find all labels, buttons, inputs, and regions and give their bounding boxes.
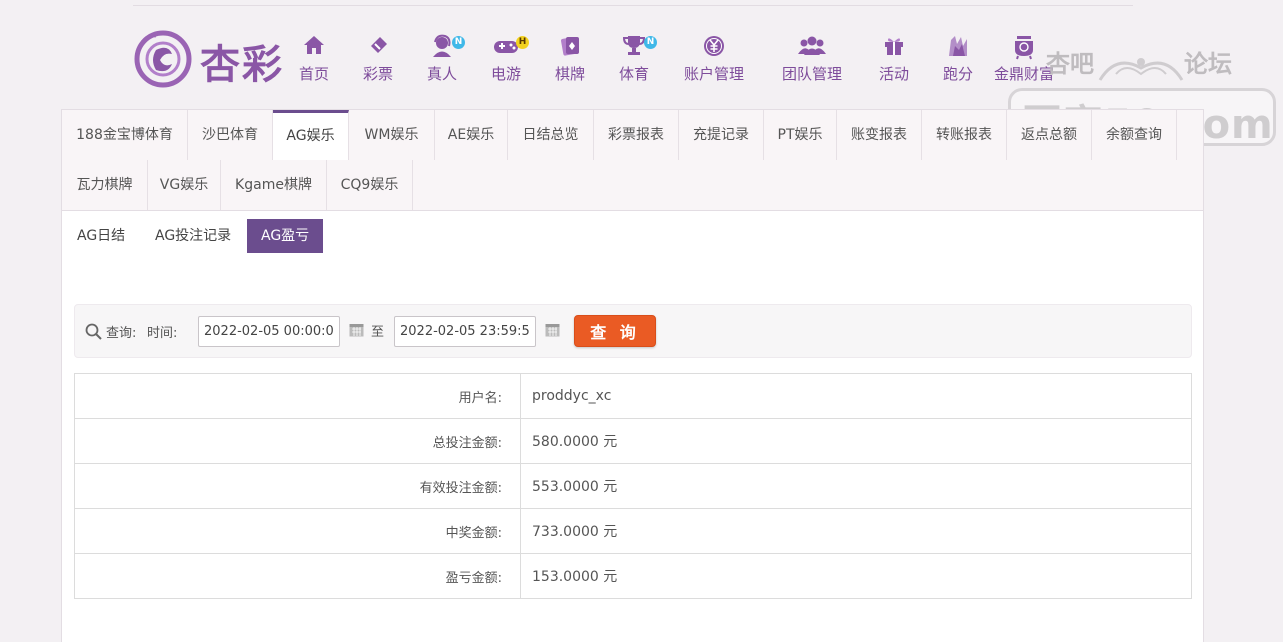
lottery-ticket-icon — [360, 34, 396, 62]
nav-account[interactable]: 账户管理 — [680, 32, 748, 88]
nav-label: 电游 — [490, 65, 521, 83]
tab-ag[interactable]: AG娱乐 — [273, 110, 349, 160]
report-tabs: 188金宝博体育 沙巴体育 AG娱乐 WM娱乐 AE娱乐 日结总览 彩票报表 充… — [62, 110, 1203, 211]
subtab-ag-daily[interactable]: AG日结 — [63, 219, 139, 253]
logo-mark-icon — [134, 30, 192, 88]
tab-wm[interactable]: WM娱乐 — [349, 110, 435, 160]
watermark-left-text: 杏吧 — [1046, 49, 1094, 78]
team-icon — [778, 34, 846, 62]
table-row: 中奖金额: 733.0000 元 — [74, 508, 1192, 554]
subtab-ag-bet-records[interactable]: AG投注记录 — [141, 219, 245, 253]
tab-balance-query[interactable]: 余额查询 — [1092, 110, 1177, 160]
tab-wali-cards[interactable]: 瓦力棋牌 — [62, 160, 148, 210]
tab-shaba-sports[interactable]: 沙巴体育 — [188, 110, 273, 160]
row-key: 用户名: — [74, 373, 521, 419]
table-row: 盈亏金额: 153.0000 元 — [74, 553, 1192, 599]
nav-label: 首页 — [298, 65, 329, 83]
new-badge: N — [644, 36, 657, 49]
nav-label: 真人 — [426, 65, 457, 83]
tab-pt[interactable]: PT娱乐 — [764, 110, 837, 160]
calendar-icon[interactable] — [349, 322, 364, 337]
calendar-icon[interactable] — [545, 322, 560, 337]
nav-egames[interactable]: H 电游 — [488, 32, 529, 88]
tab-deposit-withdraw[interactable]: 充提记录 — [679, 110, 764, 160]
tab-188-sports[interactable]: 188金宝博体育 — [62, 110, 188, 160]
tab-rebate-total[interactable]: 返点总额 — [1007, 110, 1092, 160]
nav-sports[interactable]: N 体育 — [616, 32, 657, 88]
running-score-icon — [940, 34, 976, 62]
time-label: 时间: — [147, 326, 178, 341]
ornament-icon — [1098, 58, 1184, 81]
start-time-input[interactable] — [198, 316, 340, 347]
new-badge: N — [452, 36, 465, 49]
brand-name: 杏彩 — [200, 41, 284, 88]
nav-label: 团队管理 — [781, 65, 842, 83]
profit-loss-table: 用户名: proddyc_xc 总投注金额: 580.0000 元 有效投注金额… — [74, 373, 1192, 599]
watermark-right-text: 论坛 — [1184, 49, 1232, 78]
tab-daily-overview[interactable]: 日结总览 — [508, 110, 594, 160]
hot-badge: H — [516, 36, 529, 49]
search-label: 查询: — [106, 326, 137, 341]
yen-coin-icon — [680, 34, 748, 62]
tab-ae[interactable]: AE娱乐 — [435, 110, 508, 160]
search-icon — [85, 323, 102, 340]
nav-label: 活动 — [878, 65, 909, 83]
row-value: 153.0000 元 — [520, 553, 1192, 599]
table-row: 有效投注金额: 553.0000 元 — [74, 463, 1192, 509]
tab-transfer-report[interactable]: 转账报表 — [922, 110, 1007, 160]
nav-label: 棋牌 — [554, 65, 585, 83]
nav-score[interactable]: 跑分 — [940, 32, 976, 88]
table-row: 总投注金额: 580.0000 元 — [74, 418, 1192, 464]
playing-cards-icon — [552, 34, 588, 62]
nav-lottery[interactable]: 彩票 — [360, 32, 396, 88]
row-key: 中奖金额: — [74, 508, 521, 554]
nav-home[interactable]: 首页 — [296, 32, 332, 88]
home-icon — [296, 34, 332, 62]
to-label: 至 — [371, 325, 385, 340]
tab-cq9[interactable]: CQ9娱乐 — [327, 160, 413, 210]
nav-label: 跑分 — [942, 65, 973, 83]
nav-live[interactable]: N 真人 — [424, 32, 465, 88]
row-value: 580.0000 元 — [520, 418, 1192, 464]
gift-icon — [876, 34, 912, 62]
tab-balance-change[interactable]: 账变报表 — [837, 110, 922, 160]
nav-cards[interactable]: 棋牌 — [552, 32, 588, 88]
subtab-ag-profit-loss[interactable]: AG盈亏 — [247, 219, 324, 253]
row-key: 总投注金额: — [74, 418, 521, 464]
nav-label: 彩票 — [362, 65, 393, 83]
nav-team[interactable]: 团队管理 — [778, 32, 846, 88]
end-time-input[interactable] — [394, 316, 536, 347]
query-bar: 查询: 时间: 至 查 询 — [74, 304, 1192, 358]
nav-label: 账户管理 — [683, 65, 744, 83]
row-key: 有效投注金额: — [74, 463, 521, 509]
row-value: proddyc_xc — [520, 373, 1192, 419]
row-value: 733.0000 元 — [520, 508, 1192, 554]
nav-label: 体育 — [618, 65, 649, 83]
tab-kgame-cards[interactable]: Kgame棋牌 — [221, 160, 327, 210]
tab-lottery-report[interactable]: 彩票报表 — [594, 110, 679, 160]
header: 杏彩 首页 彩票 N 真人 H 电游 棋牌 N 体育 账户管理 团队管理 活动 … — [0, 0, 1283, 148]
row-value: 553.0000 元 — [520, 463, 1192, 509]
tab-vg[interactable]: VG娱乐 — [148, 160, 221, 210]
row-key: 盈亏金额: — [74, 553, 521, 599]
query-button[interactable]: 查 询 — [574, 315, 656, 347]
report-panel: 188金宝博体育 沙巴体育 AG娱乐 WM娱乐 AE娱乐 日结总览 彩票报表 充… — [61, 109, 1204, 642]
nav-promotions[interactable]: 活动 — [876, 32, 912, 88]
table-row: 用户名: proddyc_xc — [74, 373, 1192, 419]
brand-logo[interactable]: 杏彩 — [134, 28, 284, 92]
